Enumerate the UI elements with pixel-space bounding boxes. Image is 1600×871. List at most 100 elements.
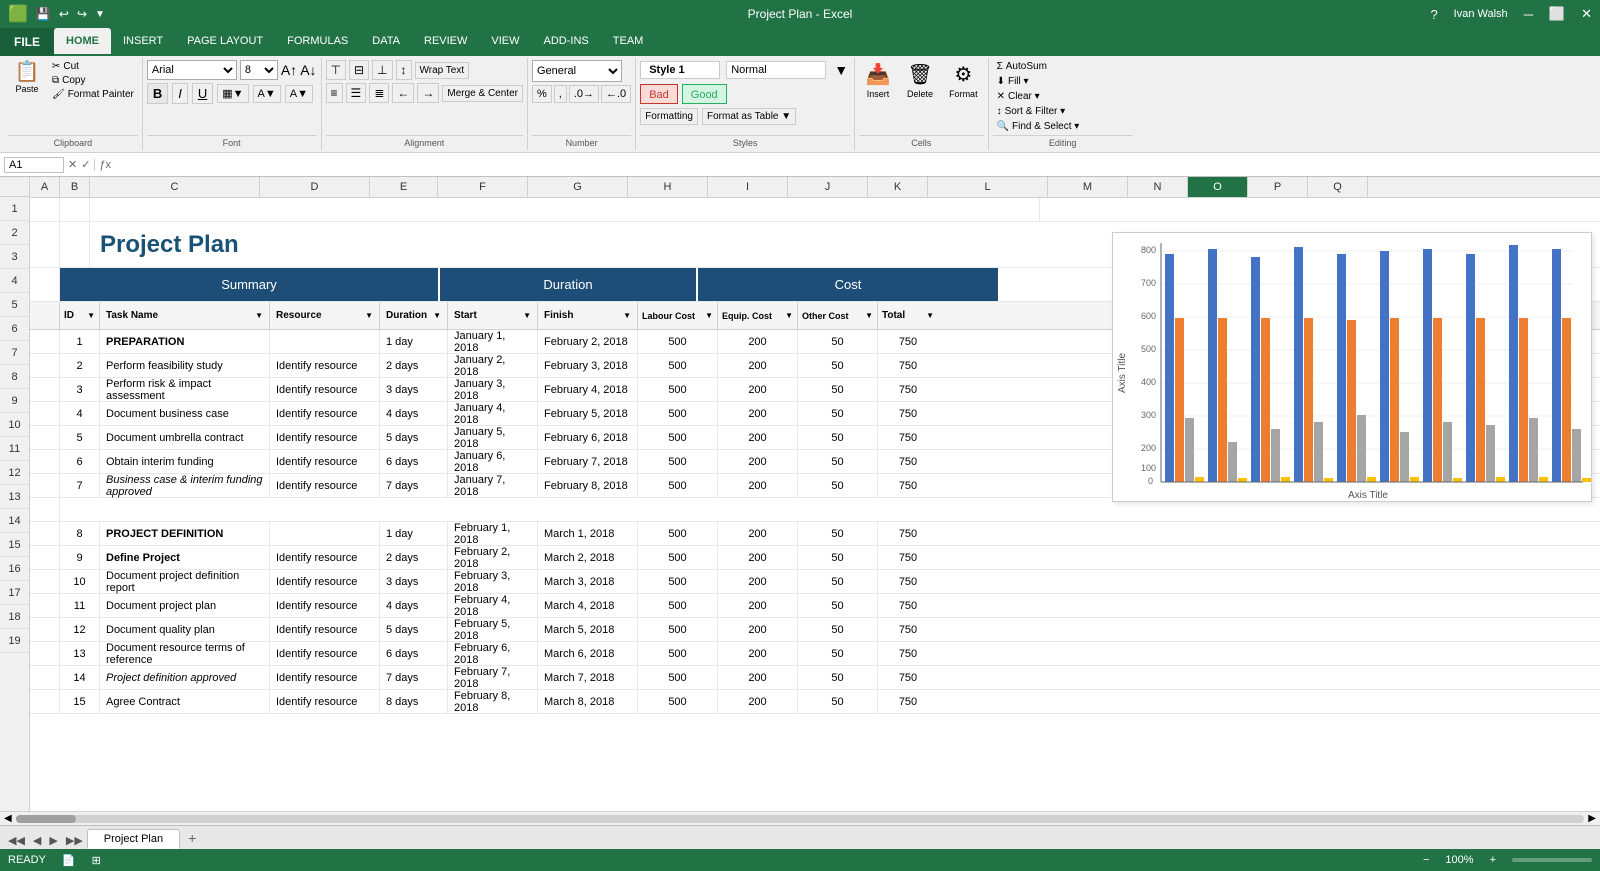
cell-total-17[interactable]: 750 <box>878 618 938 641</box>
cell-labour-20[interactable]: 500 <box>638 690 718 713</box>
increase-decimal-button[interactable]: .0→ <box>569 85 599 103</box>
styles-dropdown-button[interactable]: ▼ <box>832 60 850 80</box>
cell-finish-8[interactable]: February 5, 2018 <box>538 402 638 425</box>
fill-color-button[interactable]: A▼ <box>253 85 281 103</box>
cell-start-16[interactable]: February 4, 2018 <box>448 594 538 617</box>
cell-id-17[interactable]: 12 <box>60 618 100 641</box>
cell-id-8[interactable]: 4 <box>60 402 100 425</box>
cell-total-7[interactable]: 750 <box>878 378 938 401</box>
cell-labour-6[interactable]: 500 <box>638 354 718 377</box>
cell-resource-6[interactable]: Identify resource <box>270 354 380 377</box>
cell-a13[interactable] <box>30 522 60 545</box>
cell-total-18[interactable]: 750 <box>878 642 938 665</box>
cell-equip-20[interactable]: 200 <box>718 690 798 713</box>
col-header-k[interactable]: K <box>868 177 928 197</box>
cell-duration-8[interactable]: 4 days <box>380 402 448 425</box>
cell-task-7[interactable]: Perform risk & impact assessment <box>100 378 270 401</box>
cell-duration-19[interactable]: 7 days <box>380 666 448 689</box>
format-as-table-button[interactable]: Format as Table ▼ <box>702 108 796 125</box>
cell-id-6[interactable]: 2 <box>60 354 100 377</box>
cell-task-5[interactable]: PREPARATION <box>100 330 270 353</box>
cell-a8[interactable] <box>30 402 60 425</box>
format-button[interactable]: ⚙ Format <box>943 60 984 101</box>
row-num-7[interactable]: 7 <box>0 341 29 365</box>
col-header-b[interactable]: B <box>60 177 90 197</box>
percent-button[interactable]: % <box>532 85 552 103</box>
cell-duration-9[interactable]: 5 days <box>380 426 448 449</box>
cell-b2[interactable] <box>60 222 90 267</box>
cell-labour-11[interactable]: 500 <box>638 474 718 497</box>
horizontal-scrollbar[interactable]: ◀ ▶ <box>0 811 1600 825</box>
add-sheet-button[interactable]: + <box>180 827 204 849</box>
cell-labour-5[interactable]: 500 <box>638 330 718 353</box>
restore-button[interactable]: ⬜ <box>1549 6 1565 22</box>
cell-other-7[interactable]: 50 <box>798 378 878 401</box>
font-color-button[interactable]: A▼ <box>285 85 313 103</box>
cell-id-10[interactable]: 6 <box>60 450 100 473</box>
cell-resource-9[interactable]: Identify resource <box>270 426 380 449</box>
align-center-button[interactable]: ☰ <box>346 83 367 103</box>
col-header-e[interactable]: E <box>370 177 438 197</box>
align-left-button[interactable]: ≡ <box>326 83 343 103</box>
cell-resource-19[interactable]: Identify resource <box>270 666 380 689</box>
zoom-out-icon[interactable]: − <box>1423 854 1429 866</box>
scroll-left-icon[interactable]: ◀ <box>4 813 12 824</box>
row-num-17[interactable]: 17 <box>0 581 29 605</box>
cell-other-19[interactable]: 50 <box>798 666 878 689</box>
col-header-a[interactable]: A <box>30 177 60 197</box>
cell-labour-8[interactable]: 500 <box>638 402 718 425</box>
cell-task-17[interactable]: Document quality plan <box>100 618 270 641</box>
cell-task-16[interactable]: Document project plan <box>100 594 270 617</box>
number-format-select[interactable]: GeneralNumberCurrency <box>532 60 622 82</box>
cell-equip-17[interactable]: 200 <box>718 618 798 641</box>
tab-review[interactable]: REVIEW <box>412 28 479 54</box>
cell-finish-7[interactable]: February 4, 2018 <box>538 378 638 401</box>
cell-total-6[interactable]: 750 <box>878 354 938 377</box>
cell-resource-10[interactable]: Identify resource <box>270 450 380 473</box>
minimize-button[interactable]: ─ <box>1524 7 1533 22</box>
cell-total-16[interactable]: 750 <box>878 594 938 617</box>
decrease-decimal-button[interactable]: ←.0 <box>601 85 631 103</box>
equip-col-header[interactable]: Equip. Cost▼ <box>718 302 798 329</box>
cell-task-13[interactable]: PROJECT DEFINITION <box>100 522 270 545</box>
autosum-button[interactable]: Σ AutoSum <box>993 60 1051 73</box>
text-direction-button[interactable]: ↕ <box>396 60 412 80</box>
scroll-thumb[interactable] <box>16 815 76 823</box>
normal-view-icon[interactable]: ⊞ <box>92 854 101 867</box>
quick-access-save[interactable]: 💾 <box>36 7 51 21</box>
row-num-8[interactable]: 8 <box>0 365 29 389</box>
row-num-6[interactable]: 6 <box>0 317 29 341</box>
row-num-2[interactable]: 2 <box>0 221 29 245</box>
tab-home[interactable]: HOME <box>54 28 111 54</box>
cell-duration-17[interactable]: 5 days <box>380 618 448 641</box>
col-header-l[interactable]: L <box>928 177 1048 197</box>
cell-equip-7[interactable]: 200 <box>718 378 798 401</box>
cell-equip-9[interactable]: 200 <box>718 426 798 449</box>
cell-duration-7[interactable]: 3 days <box>380 378 448 401</box>
cell-task-20[interactable]: Agree Contract <box>100 690 270 713</box>
cell-total-13[interactable]: 750 <box>878 522 938 545</box>
tab-addins[interactable]: ADD-INS <box>532 28 601 54</box>
insert-button[interactable]: 📥 Insert <box>859 60 897 101</box>
function-icon[interactable]: ƒx <box>94 159 115 171</box>
tab-page-layout[interactable]: PAGE LAYOUT <box>175 28 275 54</box>
cell-equip-8[interactable]: 200 <box>718 402 798 425</box>
find-select-button[interactable]: 🔍 Find & Select ▾ <box>993 120 1084 133</box>
row-num-19[interactable]: 19 <box>0 629 29 653</box>
cell-total-19[interactable]: 750 <box>878 666 938 689</box>
scroll-sheet-prev-icon[interactable]: ◀ <box>29 832 45 849</box>
cell-resource-8[interactable]: Identify resource <box>270 402 380 425</box>
row-num-1[interactable]: 1 <box>0 197 29 221</box>
scroll-sheet-next-icon[interactable]: ▶ <box>45 832 61 849</box>
cell-start-17[interactable]: February 5, 2018 <box>448 618 538 641</box>
resource-col-header[interactable]: Resource▼ <box>270 302 380 329</box>
cell-duration-18[interactable]: 6 days <box>380 642 448 665</box>
cell-task-10[interactable]: Obtain interim funding <box>100 450 270 473</box>
increase-font-button[interactable]: A↑ <box>281 62 297 78</box>
cell-finish-17[interactable]: March 5, 2018 <box>538 618 638 641</box>
row-num-10[interactable]: 10 <box>0 413 29 437</box>
cell-start-5[interactable]: January 1, 2018 <box>448 330 538 353</box>
cell-finish-15[interactable]: March 3, 2018 <box>538 570 638 593</box>
zoom-slider[interactable] <box>1512 858 1592 862</box>
zoom-in-icon[interactable]: + <box>1490 854 1496 866</box>
